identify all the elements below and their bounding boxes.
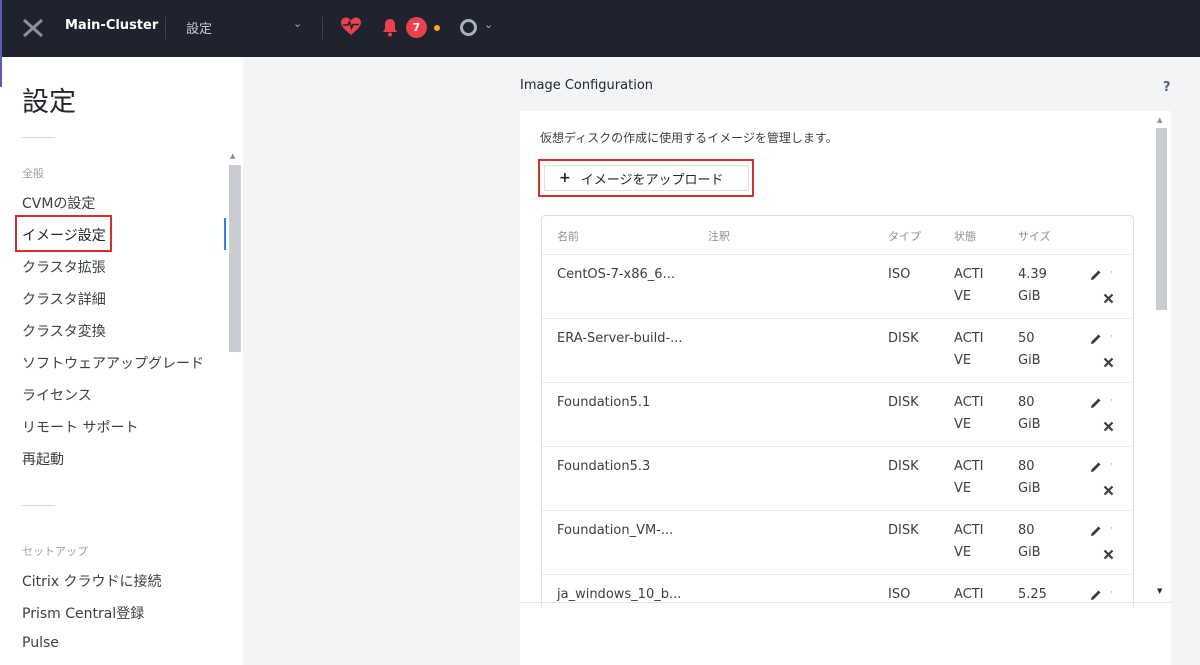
window-edge [0, 0, 2, 57]
image-size: 80 GiB [1018, 395, 1041, 432]
settings-sidebar: 設定 全般 CVMの設定 イメージ設定 クラスタ拡張 クラスタ詳細 クラスタ変換… [0, 57, 243, 665]
separator-dot: · [1110, 524, 1113, 534]
panel-footer-divider [520, 602, 1171, 603]
header-divider [322, 17, 323, 39]
sidebar-item-prism-central[interactable]: Prism Central登録 [22, 603, 144, 623]
edit-pencil-icon[interactable] [1090, 525, 1102, 537]
table-row[interactable]: Foundation5.3 DISK ACTIVE 80 GiB · [542, 447, 1133, 511]
image-state: ACTIVE [954, 459, 984, 496]
image-state: ACTIVE [954, 267, 984, 304]
health-heart-icon[interactable] [340, 16, 362, 38]
sidebar-item-software-upgrade[interactable]: ソフトウェアアップグレード [22, 353, 204, 373]
image-config-panel: 仮想ディスクの作成に使用するイメージを管理します。 + イメージをアップロード … [520, 111, 1171, 665]
separator-dot: · [1110, 268, 1113, 278]
scroll-up-arrow-icon[interactable]: ▲ [230, 152, 235, 160]
user-menu-icon[interactable] [460, 19, 477, 36]
image-state: ACTIVE [954, 523, 984, 560]
chevron-down-icon[interactable]: ⌄ [484, 18, 493, 31]
separator-dot: · [1110, 396, 1113, 406]
section-label-setup: セットアップ [22, 545, 88, 558]
scroll-down-arrow-icon[interactable]: ▼ [1157, 587, 1162, 595]
separator-dot: · [1110, 460, 1113, 470]
sidebar-item-cluster-details[interactable]: クラスタ詳細 [22, 289, 106, 309]
sidebar-item-reboot[interactable]: 再起動 [22, 449, 64, 469]
images-table: 名前 注釈 タイプ 状態 サイズ CentOS-7-x86_6... ISO A… [541, 215, 1134, 607]
sidebar-scrollbar-thumb[interactable] [229, 165, 241, 352]
image-type: DISK [888, 395, 919, 410]
delete-x-icon[interactable] [1103, 549, 1114, 560]
chevron-down-icon[interactable]: ⌄ [293, 17, 302, 30]
image-name: Foundation5.1 [557, 395, 651, 410]
delete-x-icon[interactable] [1103, 485, 1114, 496]
section-label-general: 全般 [22, 167, 44, 180]
warning-dot-icon[interactable] [434, 25, 440, 31]
image-type: DISK [888, 523, 919, 538]
upload-image-button[interactable]: + イメージをアップロード [544, 165, 749, 191]
image-type: ISO [888, 267, 911, 282]
sidebar-item-cluster-convert[interactable]: クラスタ変換 [22, 321, 106, 341]
delete-x-icon[interactable] [1103, 421, 1114, 432]
active-indicator [224, 218, 226, 250]
upload-image-label: イメージをアップロード [580, 172, 724, 188]
window-edge [0, 57, 2, 87]
image-size: 80 GiB [1018, 459, 1041, 496]
column-header-size[interactable]: サイズ [1018, 228, 1051, 244]
image-state: ACTIVE [954, 395, 984, 432]
page-title: 設定 [22, 87, 76, 118]
section-title: Image Configuration [520, 78, 654, 93]
separator-dot: · [1110, 588, 1113, 598]
active-item-highlight [15, 215, 112, 252]
image-type: DISK [888, 331, 919, 346]
divider [22, 137, 55, 138]
top-bar: Main-Cluster 設定 ⌄ 7 ⌄ [0, 0, 1200, 57]
panel-description: 仮想ディスクの作成に使用するイメージを管理します。 [540, 131, 838, 145]
alert-count-badge[interactable]: 7 [406, 17, 427, 38]
view-selector[interactable]: 設定 [186, 18, 212, 37]
table-row[interactable]: Foundation_VM-... DISK ACTIVE 80 GiB · [542, 511, 1133, 575]
nutanix-logo-icon[interactable] [22, 17, 44, 39]
sidebar-item-license[interactable]: ライセンス [22, 385, 92, 405]
sidebar-item-citrix-cloud[interactable]: Citrix クラウドに接続 [22, 571, 162, 591]
image-state: ACTIVE [954, 587, 984, 602]
image-name: Foundation_VM-... [557, 523, 674, 538]
column-header-name[interactable]: 名前 [557, 228, 579, 244]
column-header-annotation[interactable]: 注釈 [708, 228, 730, 244]
separator-dot: · [1110, 332, 1113, 342]
edit-pencil-icon[interactable] [1090, 461, 1102, 473]
sidebar-item-cluster-expand[interactable]: クラスタ拡張 [22, 257, 106, 277]
table-row[interactable]: CentOS-7-x86_6... ISO ACTIVE 4.39 GiB · [542, 255, 1133, 319]
edit-pencil-icon[interactable] [1090, 589, 1102, 601]
header-divider [165, 17, 166, 39]
image-type: DISK [888, 459, 919, 474]
bell-icon[interactable] [381, 17, 399, 37]
image-size: 50 GiB [1018, 331, 1041, 368]
plus-icon: + [559, 170, 571, 186]
image-name: ERA-Server-build-... [557, 331, 683, 346]
column-header-type[interactable]: タイプ [888, 228, 921, 244]
image-name: Foundation5.3 [557, 459, 651, 474]
sidebar-item-pulse[interactable]: Pulse [22, 635, 59, 651]
sidebar-item-remote-support[interactable]: リモート サポート [22, 417, 138, 437]
sidebar-item-cvm-settings[interactable]: CVMの設定 [22, 193, 95, 213]
image-name: CentOS-7-x86_6... [557, 267, 675, 282]
edit-pencil-icon[interactable] [1090, 397, 1102, 409]
cluster-name[interactable]: Main-Cluster [65, 18, 158, 33]
image-size: 4.39 GiB [1018, 267, 1047, 304]
delete-x-icon[interactable] [1103, 357, 1114, 368]
scroll-up-arrow-icon[interactable]: ▲ [1157, 116, 1162, 124]
divider [22, 505, 55, 506]
table-scrollbar-thumb[interactable] [1156, 128, 1167, 310]
edit-pencil-icon[interactable] [1090, 269, 1102, 281]
table-row[interactable]: Foundation5.1 DISK ACTIVE 80 GiB · [542, 383, 1133, 447]
table-row[interactable]: ERA-Server-build-... DISK ACTIVE 50 GiB … [542, 319, 1133, 383]
delete-x-icon[interactable] [1103, 293, 1114, 304]
image-size: 80 GiB [1018, 523, 1041, 560]
image-state: ACTIVE [954, 331, 984, 368]
column-header-state[interactable]: 状態 [954, 228, 976, 244]
help-icon[interactable]: ? [1163, 80, 1171, 95]
edit-pencil-icon[interactable] [1090, 333, 1102, 345]
